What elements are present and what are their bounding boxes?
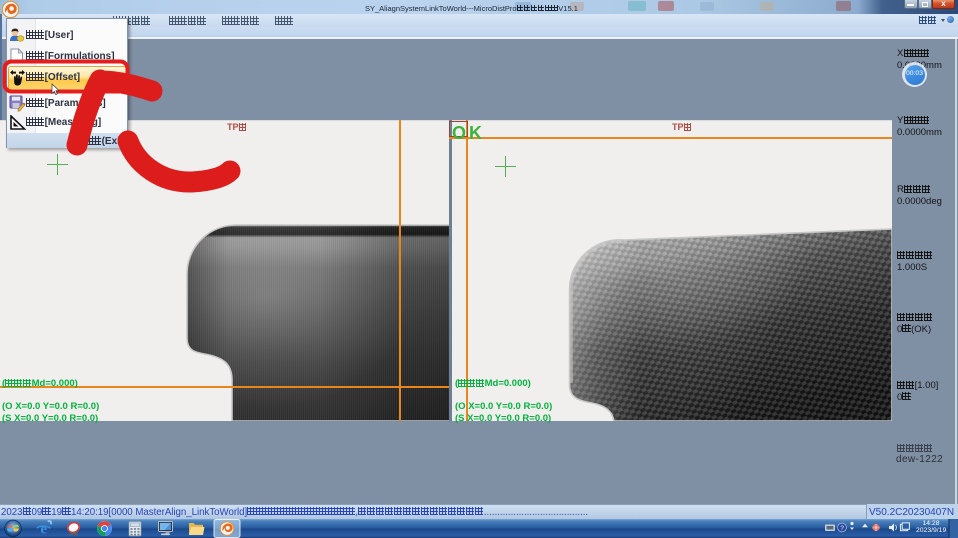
svg-text:?: ? xyxy=(840,525,844,532)
svg-text:e: e xyxy=(40,522,47,538)
